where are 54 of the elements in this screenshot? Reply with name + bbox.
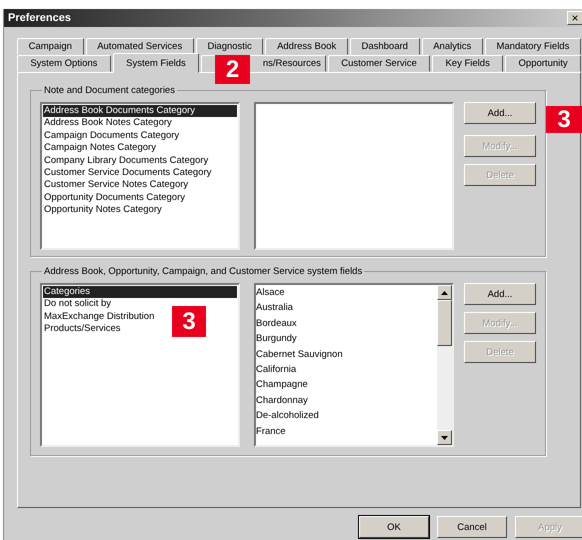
dialog-button[interactable]: OK [359, 516, 429, 538]
list-item[interactable]: Burgundy [256, 331, 437, 347]
list-box[interactable] [40, 102, 240, 250]
list-item[interactable]: Australia [256, 300, 437, 316]
scroll-up-icon[interactable] [437, 285, 452, 300]
list-item[interactable]: Campaign Documents Category [43, 130, 180, 142]
list-item[interactable]: Chardonnay [256, 392, 437, 408]
tab[interactable]: Diagnostic [196, 38, 264, 55]
action-button[interactable]: Add... [464, 102, 536, 124]
list-item[interactable]: Cabernet Sauvignon [256, 346, 437, 362]
scrollbar[interactable] [437, 285, 452, 445]
tab[interactable]: Analytics [422, 38, 483, 55]
action-button[interactable]: Add... [464, 283, 536, 305]
tab[interactable]: Campaign [17, 38, 84, 55]
list-item[interactable]: Do not solicit by [43, 298, 112, 311]
list-item[interactable]: France [256, 424, 437, 439]
list-item[interactable]: Products/Services [43, 323, 121, 336]
list-item[interactable]: Champagne [256, 377, 437, 393]
list-item[interactable]: Opportunity Documents Category [43, 192, 185, 204]
list-item[interactable]: Alsace [256, 285, 437, 300]
list-item[interactable]: MaxExchange Distribution [43, 310, 154, 324]
value-list[interactable] [254, 102, 454, 250]
tab[interactable]: Customer Service [328, 55, 430, 72]
list-item[interactable]: Categories [43, 286, 237, 298]
window-title: Preferences [8, 12, 71, 24]
list-item[interactable]: Address Book Documents Category [43, 105, 237, 118]
list-item[interactable]: Address Book Notes Category [43, 117, 172, 130]
group-title: Address Book, Opportunity, Campaign, and Customer Service system fields [43, 266, 364, 277]
list-item[interactable]: Bordeaux [256, 316, 437, 332]
list-item[interactable]: Opportunity Notes Category [43, 204, 162, 217]
tab[interactable]: System Options [17, 55, 111, 72]
callout-badge: 3 [546, 106, 582, 133]
tab[interactable]: Mandatory Fields [484, 38, 581, 55]
tab[interactable]: Dashboard [350, 38, 420, 55]
list-item[interactable]: De-alcoholized [256, 408, 437, 424]
tab[interactable]: System Fields [112, 53, 200, 73]
callout-badge: 3 [172, 306, 206, 337]
list-item[interactable]: California [256, 362, 437, 378]
callout-badge: 2 [215, 55, 250, 84]
close-button[interactable]: × [567, 11, 582, 25]
value-list[interactable]: Alsace Australia Bordeaux Burgundy Cabernet Sauvignon California Champagne Chardonnay De-alcoholized France [254, 283, 454, 447]
list-item[interactable]: Campaign Notes Category [43, 142, 156, 155]
list-item[interactable]: Customer Service Documents Category [43, 166, 212, 180]
scroll-down-icon[interactable] [437, 430, 452, 445]
list-item[interactable]: Company Library Documents Category [43, 154, 208, 167]
group-title: Note and Document categories [43, 85, 176, 96]
tab[interactable]: Address Book [265, 38, 348, 55]
scroll-thumb[interactable] [437, 300, 452, 346]
list-item[interactable]: Customer Service Notes Category [43, 179, 188, 192]
tab[interactable]: Opportunity [505, 55, 582, 72]
list-box[interactable]: Categories Do not solicit by MaxExchange Distribution Products/Services 3 [40, 283, 240, 447]
tab[interactable]: Key Fields [432, 55, 504, 72]
tab[interactable]: Automated Services [86, 38, 194, 55]
dialog-button[interactable]: Cancel [437, 516, 507, 538]
